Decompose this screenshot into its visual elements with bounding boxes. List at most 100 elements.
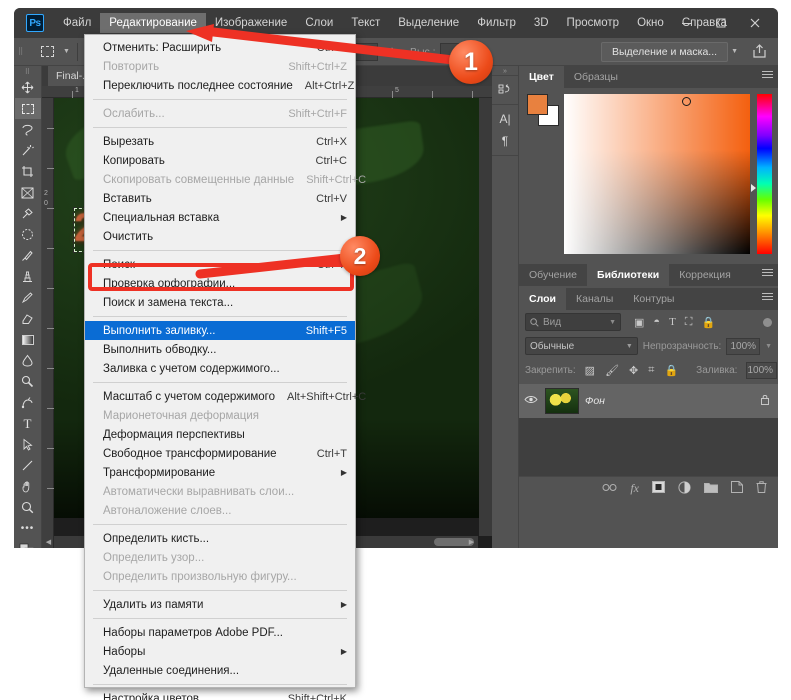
options-chevron-down-icon[interactable]: ▼ [731,48,738,55]
menu-item-fill[interactable]: Выполнить заливку... Shift+F5 [85,321,355,340]
move-tool[interactable] [15,77,41,98]
tool-preset-chevron-down-icon[interactable]: ▼ [63,48,70,55]
menu-item-color-settings[interactable]: Настройка цветов... Shift+Ctrl+K [85,689,355,700]
menu-item-free-transform[interactable]: Свободное трансформирование Ctrl+T [85,444,355,463]
fill-input[interactable]: 100% [746,361,778,379]
tab-layers[interactable]: Слои [519,288,566,310]
menu-item-search[interactable]: Поиск Ctrl+F [85,255,355,274]
menu-text[interactable]: Текст [342,13,389,33]
menu-item-toggle-last-state[interactable]: Переключить последнее состояние Alt+Ctrl+… [85,76,355,95]
menu-item-purge[interactable]: Удалить из памяти ▶ [85,595,355,614]
menu-item-undo[interactable]: Отменить: Расширить Ctrl+Z [85,38,355,57]
lock-all-icon[interactable]: 🔒 [664,364,678,377]
dodge-tool[interactable] [15,371,41,392]
opacity-chevron-down-icon[interactable]: ▼ [765,343,772,350]
menu-item-transform[interactable]: Трансформирование ▶ [85,463,355,482]
layer-filter-search[interactable]: Вид ▼ [525,313,621,331]
zoom-tool[interactable] [15,497,41,518]
paragraph-panel-icon[interactable]: ¶ [493,130,518,152]
history-brush-tool[interactable] [15,287,41,308]
spot-healing-brush-tool[interactable] [15,224,41,245]
magic-wand-tool[interactable] [15,140,41,161]
close-button[interactable] [738,8,772,38]
eraser-tool[interactable] [15,308,41,329]
menu-layers[interactable]: Слои [296,13,342,33]
filter-adjustment-icon[interactable]: ◓ [653,316,660,329]
menu-view[interactable]: Просмотр [558,13,629,33]
menu-item-presets[interactable]: Наборы ▶ [85,642,355,661]
crop-tool[interactable] [15,161,41,182]
filter-type-icon[interactable]: T [669,316,676,329]
new-layer-icon[interactable] [731,481,743,496]
tab-color[interactable]: Цвет [519,66,564,88]
canvas-vertical-scrollbar[interactable] [479,98,492,536]
menu-item-perspective-warp[interactable]: Деформация перспективы [85,425,355,444]
path-selection-tool[interactable] [15,434,41,455]
filter-smart-object-icon[interactable]: 🔒 [702,316,716,329]
hue-slider[interactable] [751,94,772,254]
menu-item-content-aware-scale[interactable]: Масштаб с учетом содержимого Alt+Shift+Ct… [85,387,366,406]
libraries-panel-menu-icon[interactable] [762,269,773,278]
tab-channels[interactable]: Каналы [566,288,623,310]
layers-list[interactable]: Фон [519,384,778,476]
menu-item-define-brush-preset[interactable]: Определить кисть... [85,529,355,548]
menu-item-clear[interactable]: Очистить [85,227,355,246]
blend-mode-select[interactable]: Обычные ▼ [525,337,638,355]
menu-item-paste[interactable]: Вставить Ctrl+V [85,189,355,208]
clone-stamp-tool[interactable] [15,266,41,287]
more-tools-button[interactable]: ••• [15,518,41,539]
type-tool[interactable]: T [15,413,41,434]
menu-item-stroke[interactable]: Выполнить обводку... [85,340,355,359]
menu-window[interactable]: Окно [628,13,673,33]
lock-transparent-pixels-icon[interactable]: ▨ [585,364,595,377]
select-and-mask-button[interactable]: Выделение и маска... [601,41,729,62]
eye-icon[interactable] [523,395,539,407]
line-tool[interactable] [15,455,41,476]
layer-thumbnail[interactable] [545,388,579,414]
lock-image-pixels-icon[interactable]: 🖌 [605,364,619,377]
delete-layer-icon[interactable] [756,481,767,496]
color-panel-menu-icon[interactable] [762,71,773,80]
foreground-background-color-swatch[interactable] [15,539,41,548]
filter-shape-icon[interactable]: ⛶ [685,316,693,329]
opacity-input[interactable]: 100% [726,337,761,355]
menu-3d[interactable]: 3D [525,13,558,33]
lasso-tool[interactable] [15,119,41,140]
lock-icon[interactable] [760,394,770,408]
menu-image[interactable]: Изображение [206,13,296,33]
rectangular-marquee-tool[interactable] [14,98,41,119]
options-bar-grip[interactable]: ⣿ [18,48,28,56]
history-icon[interactable] [493,79,518,101]
swap-icon[interactable]: ⇄ [385,45,395,59]
scroll-left-arrow-icon[interactable]: ◀ [42,536,55,548]
gradient-tool[interactable] [15,329,41,350]
menu-item-paste-special[interactable]: Специальная вставка ▶ [85,208,355,227]
lock-position-icon[interactable]: ✥ [629,364,638,377]
new-adjustment-layer-icon[interactable] [678,480,691,497]
menu-item-find-replace-text[interactable]: Поиск и замена текста... [85,293,355,312]
menu-item-content-aware-fill[interactable]: Заливка с учетом содержимого... [85,359,355,378]
blur-tool[interactable] [15,350,41,371]
layers-panel-menu-icon[interactable] [762,293,773,302]
tool-palette-grip[interactable]: ⠿ [14,68,41,77]
pen-tool[interactable] [15,392,41,413]
menu-select[interactable]: Выделение [389,13,468,33]
rail-collapse-icon[interactable]: » [492,66,518,75]
table-row[interactable]: Фон [519,384,778,418]
eyedropper-tool[interactable] [15,203,41,224]
add-layer-mask-icon[interactable] [652,481,665,496]
tab-adjustments[interactable]: Коррекция [669,264,741,286]
scroll-right-arrow-icon[interactable]: ▶ [465,536,478,548]
tab-learn[interactable]: Обучение [519,264,587,286]
menu-item-remote-connections[interactable]: Удаленные соединения... [85,661,355,680]
menu-item-check-spelling[interactable]: Проверка орфографии... [85,274,355,293]
layer-filter-toggle[interactable] [763,317,772,327]
link-layers-icon[interactable] [602,483,617,495]
tab-paths[interactable]: Контуры [623,288,684,310]
rectangular-marquee-icon[interactable] [34,41,60,63]
edit-dropdown-menu[interactable]: Отменить: Расширить Ctrl+Z Повторить Shift… [84,34,366,700]
menu-file[interactable]: Файл [54,13,100,33]
color-field[interactable] [563,94,751,254]
new-group-icon[interactable] [704,482,718,496]
minimize-button[interactable] [670,8,704,38]
